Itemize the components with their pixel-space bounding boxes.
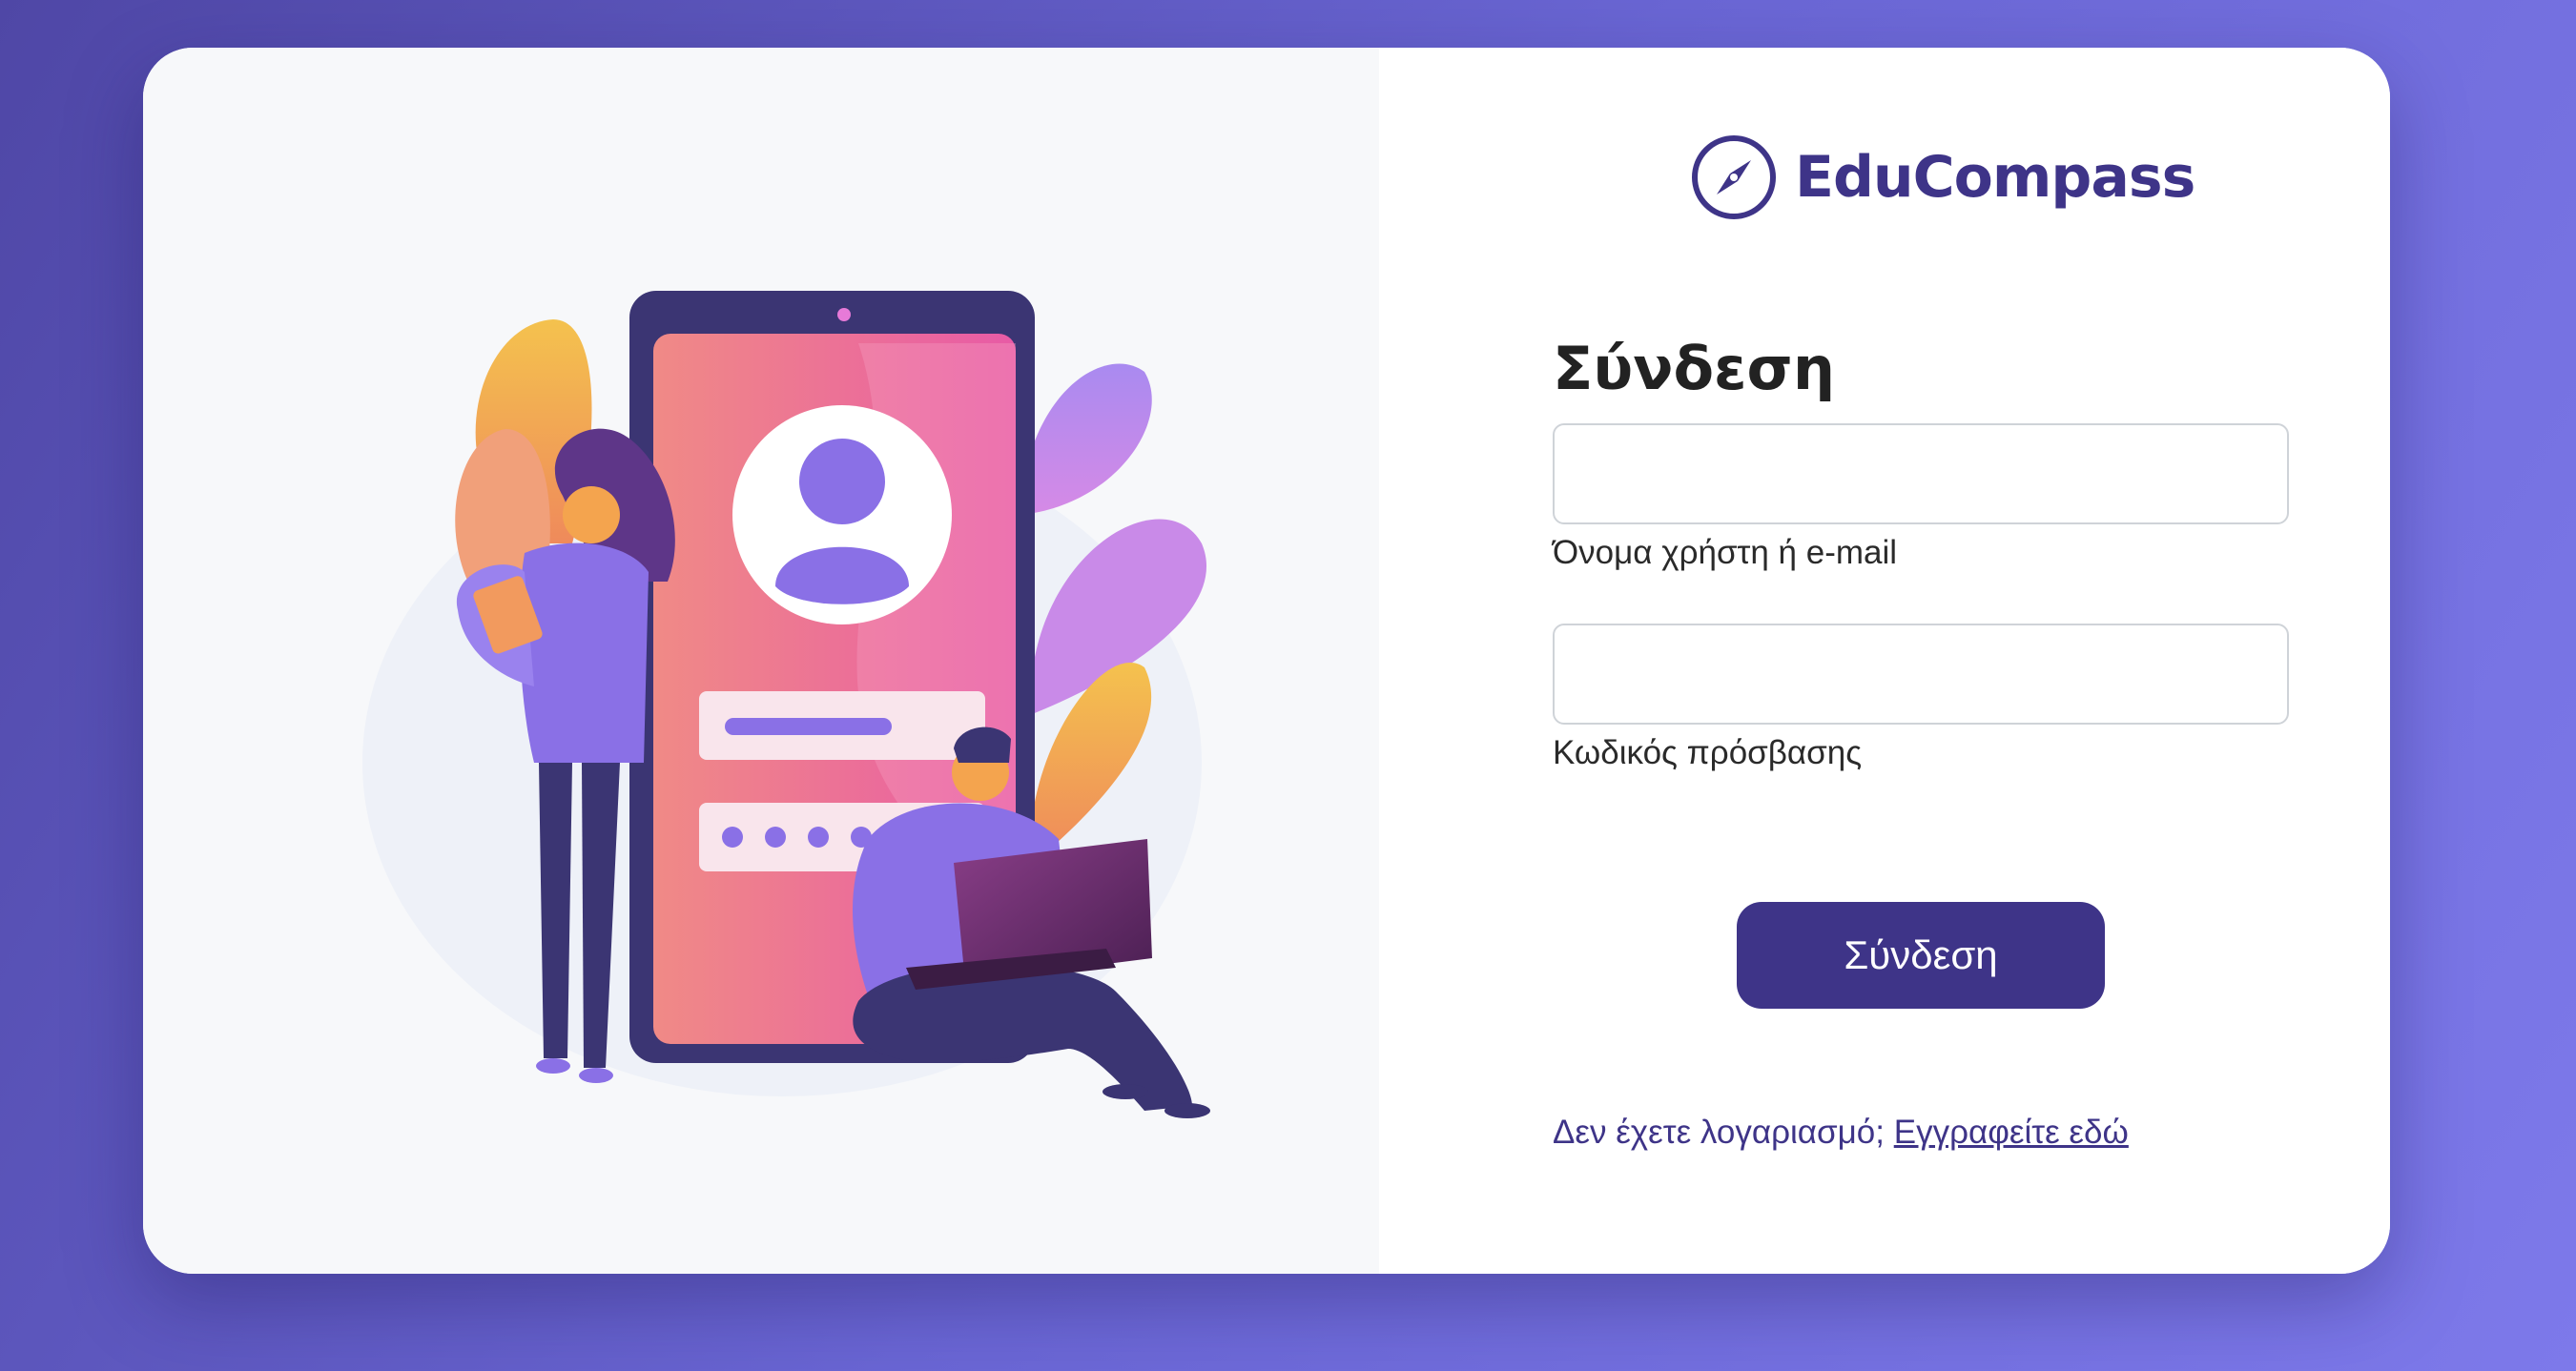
password-label: Κωδικός πρόσβασης	[1553, 734, 1863, 772]
username-input[interactable]	[1553, 423, 2289, 525]
login-panel: EduCompass Σύνδεση Όνομα χρήστη ή e-mail…	[1379, 48, 2390, 1274]
signup-prompt: Δεν έχετε λογαριασμό;	[1553, 1114, 1885, 1151]
login-form: Σύνδεση Όνομα χρήστη ή e-mail Κωδικός πρ…	[1553, 334, 2291, 824]
username-label: Όνομα χρήστη ή e-mail	[1553, 534, 1898, 572]
login-card: EduCompass Σύνδεση Όνομα χρήστη ή e-mail…	[143, 48, 2390, 1274]
signup-link[interactable]: Εγγραφείτε εδώ	[1894, 1114, 2129, 1151]
login-title: Σύνδεση	[1553, 334, 1835, 403]
compass-icon	[1692, 135, 1776, 219]
login-button[interactable]: Σύνδεση	[1737, 902, 2105, 1009]
password-input[interactable]	[1553, 624, 2289, 726]
brand-name: EduCompass	[1795, 144, 2195, 211]
username-group: Όνομα χρήστη ή e-mail	[1553, 423, 2291, 572]
brand: EduCompass	[1690, 133, 2195, 221]
signup-line: Δεν έχετε λογαριασμό; Εγγραφείτε εδώ	[1553, 1114, 2129, 1152]
password-group: Κωδικός πρόσβασης	[1553, 624, 2291, 772]
login-illustration	[362, 291, 1210, 1118]
illustration-panel	[143, 48, 1379, 1274]
submit-wrap: Σύνδεση	[1737, 902, 2105, 1009]
